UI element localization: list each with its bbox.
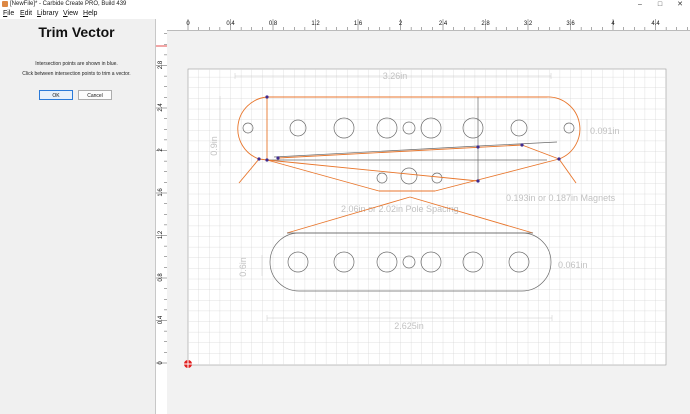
top-ruler: 0 0.4 0.8 1.2 1.6 2 2.4 2.8 3.2 3.6 4 4.… [167,19,690,31]
menu-help[interactable]: Help [83,9,97,19]
dim-lower-right: 0.061in [558,260,588,270]
ruler-y-label: 0 [158,361,164,365]
menu-library[interactable]: Library [37,9,58,19]
minimize-icon[interactable]: – [630,0,650,9]
ruler-x-label: 2 [399,21,403,27]
title-bar: [NewFile]* - Carbide Create PRO, Build 4… [0,0,690,9]
dim-lower-left: 0.6in [238,257,248,277]
menu-file[interactable]: File [3,9,14,19]
menu-view[interactable]: View [63,9,78,19]
ruler-x-label: 1.6 [354,21,363,27]
dim-magnets: 0.193in or 0.187in Magnets [506,193,616,203]
app-icon [2,1,8,7]
intersection-point[interactable] [557,157,561,161]
instruction-text-2: Click between intersection points to tri… [22,71,131,77]
dim-right-diameter: 0.091in [590,126,620,136]
ruler-y-label: 1.2 [158,230,164,239]
ruler-x-label: 0.4 [226,21,235,27]
design-canvas[interactable]: 3.26in 0.091in 0.9in 0.193in or 0.187in … [167,31,690,414]
top-ruler-ticks: 0 0.4 0.8 1.2 1.6 2 2.4 2.8 3.2 3.6 4 4.… [186,19,688,30]
ruler-x-label: 0 [186,21,190,27]
ruler-x-label: 2.8 [481,21,490,27]
intersection-point[interactable] [476,179,480,183]
panel-title: Trim Vector [38,24,115,40]
intersection-point[interactable] [276,156,280,160]
left-ruler-ticks: 2.8 2.4 2 1.6 1.2 0.8 0.4 0 [156,33,167,365]
ruler-x-label: 3.6 [566,21,575,27]
intersection-point[interactable] [265,158,269,162]
dim-top-width: 3.26in [383,71,408,81]
origin-marker [184,360,192,368]
menu-bar: File Edit Library View Help [0,9,690,19]
ruler-x-label: 3.2 [524,21,533,27]
ruler-x-label: 4 [611,21,615,27]
stock-plate [187,68,667,366]
trim-vector-panel: Trim Vector Intersection points are show… [0,19,156,414]
intersection-point[interactable] [520,143,524,147]
ruler-x-label: 4.4 [651,21,660,27]
ruler-y-label: 2.4 [158,103,164,112]
ruler-x-label: 1.2 [311,21,320,27]
menu-edit[interactable]: Edit [20,9,32,19]
ruler-x-label: 0.8 [269,21,278,27]
instruction-text-1: Intersection points are shown in blue. [35,61,118,67]
drawing-area[interactable]: 3.26in 0.091in 0.9in 0.193in or 0.187in … [167,31,690,414]
ruler-y-label: 0.4 [158,315,164,324]
intersection-point[interactable] [265,95,269,99]
close-icon[interactable]: ✕ [670,0,690,9]
maximize-icon[interactable]: □ [650,0,670,9]
intersection-point[interactable] [476,145,480,149]
intersection-point[interactable] [257,157,261,161]
dim-left-height: 0.9in [209,136,219,156]
ruler-y-label: 1.6 [158,188,164,197]
cancel-button[interactable]: Cancel [78,90,112,100]
ruler-y-label: 0.8 [158,273,164,282]
ruler-x-label: 2.4 [439,21,448,27]
ruler-y-label: 2.8 [158,60,164,69]
window-title: [NewFile]* - Carbide Create PRO, Build 4… [10,1,127,7]
ok-button[interactable]: OK [39,90,73,100]
ruler-y-label: 2 [158,148,164,152]
dim-bottom-width: 2.625in [394,321,424,331]
